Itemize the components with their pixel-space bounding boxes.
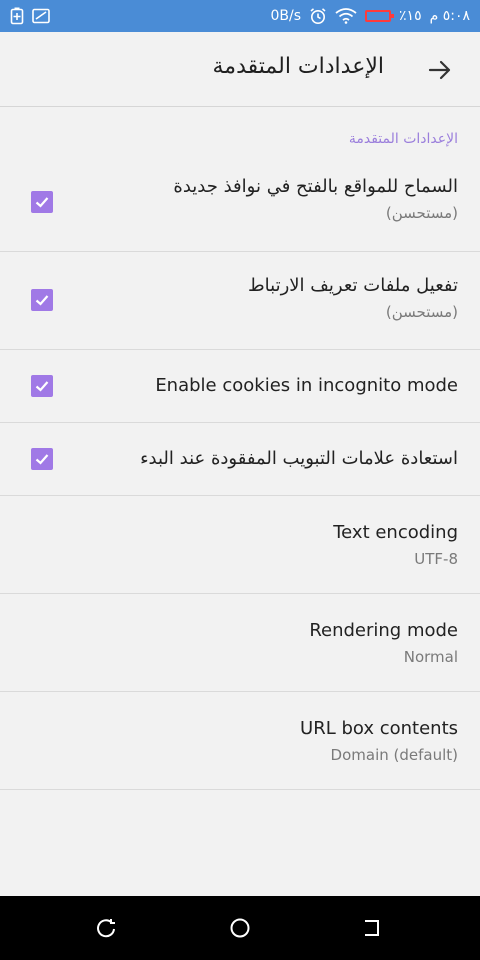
- pref-summary: Domain (default): [330, 746, 458, 764]
- pref-text: Rendering mode Normal: [309, 619, 458, 667]
- navigation-bar: [0, 896, 480, 960]
- pref-summary: (مستحسن): [385, 303, 458, 321]
- pref-restore-tabs[interactable]: استعادة علامات التبويب المفقودة عند البد…: [0, 423, 480, 496]
- section-header: الإعدادات المتقدمة: [348, 131, 458, 147]
- clock: ٥:٠٨ م: [429, 8, 470, 24]
- pref-title: URL box contents: [300, 718, 458, 739]
- home-icon: [230, 918, 250, 938]
- pref-text: تفعيل ملفات تعريف الارتباط (مستحسن): [248, 274, 458, 322]
- pref-enable-cookies[interactable]: تفعيل ملفات تعريف الارتباط (مستحسن): [0, 252, 480, 350]
- checkbox-restore-tabs[interactable]: [31, 448, 53, 470]
- pref-text: السماح للمواقع بالفتح في نوافذ جديدة (مس…: [173, 175, 458, 223]
- checkbox-incognito-cookies[interactable]: [31, 375, 53, 397]
- pref-title: Enable cookies in incognito mode: [155, 375, 458, 396]
- page-title: الإعدادات المتقدمة: [212, 54, 385, 79]
- pref-title: السماح للمواقع بالفتح في نوافذ جديدة: [173, 176, 458, 197]
- recents-button[interactable]: [95, 916, 119, 940]
- pref-title: Rendering mode: [309, 620, 458, 641]
- pref-url-box-contents[interactable]: URL box contents Domain (default): [0, 692, 480, 790]
- alarm-icon: [309, 7, 327, 25]
- pref-summary: UTF-8: [414, 550, 458, 568]
- pref-text-encoding[interactable]: Text encoding UTF-8: [0, 496, 480, 594]
- pref-summary: (مستحسن): [385, 204, 458, 222]
- check-icon: [35, 454, 49, 465]
- wifi-icon: [335, 8, 357, 24]
- checkbox-enable-cookies[interactable]: [31, 289, 53, 311]
- battery-icon: [365, 10, 395, 22]
- status-right-group: 0B/s ٪١٥ ٥:٠٨ م: [270, 7, 470, 25]
- pref-incognito-cookies[interactable]: Enable cookies in incognito mode: [0, 350, 480, 423]
- nav-back-button[interactable]: [362, 916, 386, 940]
- status-bar: 0B/s ٪١٥ ٥:٠٨ م: [0, 0, 480, 32]
- pref-text: Text encoding UTF-8: [333, 521, 458, 569]
- battery-saver-icon: [10, 7, 24, 25]
- home-button[interactable]: [228, 916, 252, 940]
- app-bar: الإعدادات المتقدمة: [0, 32, 480, 107]
- pref-title: استعادة علامات التبويب المفقودة عند البد…: [140, 448, 458, 469]
- pref-summary: Normal: [403, 648, 458, 666]
- back-icon: [365, 920, 379, 936]
- pref-text: استعادة علامات التبويب المفقودة عند البد…: [140, 447, 458, 471]
- recents-icon: [97, 919, 115, 938]
- checkbox-open-new-windows[interactable]: [31, 191, 53, 213]
- check-icon: [35, 381, 49, 392]
- arrow-right-icon: [428, 60, 451, 80]
- check-icon: [35, 197, 49, 208]
- pref-text: Enable cookies in incognito mode: [155, 374, 458, 398]
- pref-title: تفعيل ملفات تعريف الارتباط: [248, 275, 458, 296]
- screenshot-icon: [32, 8, 50, 24]
- status-left-group: [10, 7, 50, 25]
- settings-list: الإعدادات المتقدمة السماح للمواقع بالفتح…: [0, 107, 480, 790]
- pref-title: Text encoding: [333, 522, 458, 543]
- network-speed: 0B/s: [270, 8, 302, 24]
- pref-rendering-mode[interactable]: Rendering mode Normal: [0, 594, 480, 692]
- pref-text: URL box contents Domain (default): [300, 717, 458, 765]
- back-button[interactable]: [424, 54, 456, 86]
- pref-open-new-windows[interactable]: السماح للمواقع بالفتح في نوافذ جديدة (مس…: [0, 163, 480, 252]
- battery-percent: ٪١٥: [399, 8, 422, 24]
- check-icon: [35, 295, 49, 306]
